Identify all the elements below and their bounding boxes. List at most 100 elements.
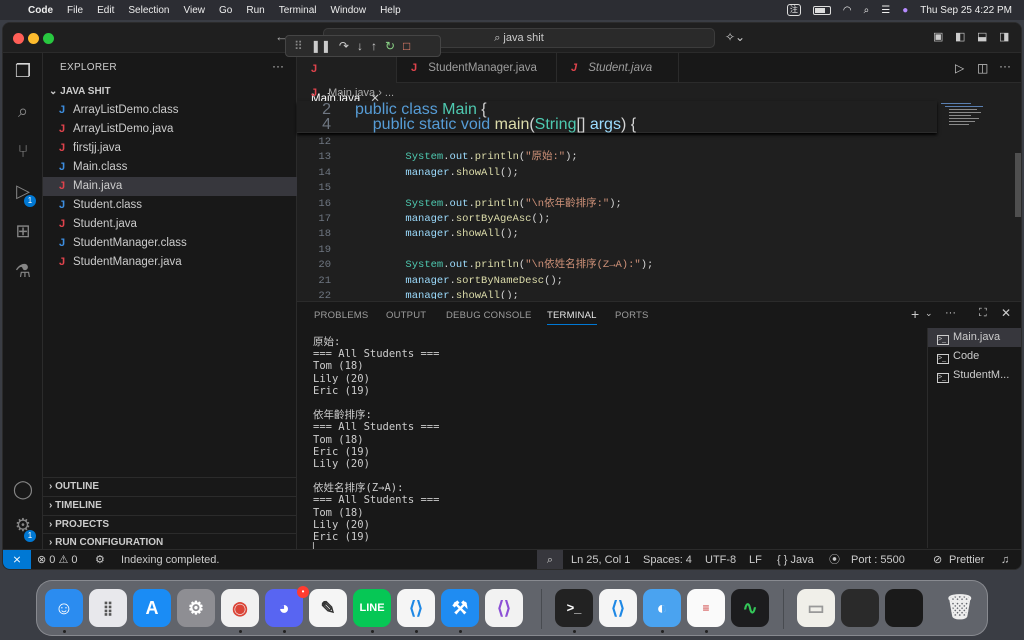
- close-panel-icon[interactable]: ✕: [1001, 306, 1011, 320]
- launchpad-icon[interactable]: ⣿: [89, 589, 127, 627]
- remote-icon[interactable]: ⨯: [3, 550, 31, 569]
- menu-app-name[interactable]: Code: [28, 5, 53, 16]
- file-item[interactable]: J ArrayListDemo.java: [43, 120, 297, 139]
- toggle-sidebar-icon[interactable]: ◧: [955, 30, 965, 43]
- drag-handle-icon[interactable]: ⠿: [294, 39, 303, 53]
- menubar-clock[interactable]: Thu Sep 25 4:22 PM: [920, 5, 1012, 16]
- xcode-icon[interactable]: ⚒: [441, 589, 479, 627]
- line-icon[interactable]: LINE: [353, 589, 391, 627]
- stop-icon[interactable]: □: [403, 39, 410, 53]
- encoding[interactable]: UTF-8: [705, 550, 736, 569]
- menu-go[interactable]: Go: [219, 5, 232, 16]
- menu-run[interactable]: Run: [246, 5, 264, 16]
- document-icon[interactable]: ▭: [797, 589, 835, 627]
- file-item-selected[interactable]: J Main.java: [43, 177, 297, 196]
- customize-layout-icon[interactable]: ▣: [933, 30, 943, 43]
- terminal-item-main-java[interactable]: >_ Main.java: [928, 328, 1021, 347]
- outline-section[interactable]: › OUTLINE: [43, 477, 297, 495]
- run-java-icon[interactable]: ▷: [955, 61, 964, 75]
- timeline-section[interactable]: › TIMELINE: [43, 496, 297, 514]
- menu-edit[interactable]: Edit: [97, 5, 114, 16]
- app-store-icon[interactable]: A: [133, 589, 171, 627]
- tab-ports[interactable]: PORTS: [615, 310, 649, 321]
- new-terminal-icon[interactable]: +: [911, 306, 919, 322]
- toggle-secondary-sidebar-icon[interactable]: ◨: [999, 30, 1009, 43]
- siri-icon[interactable]: ●: [902, 5, 908, 16]
- sticky-scroll[interactable]: 2 public class Main {4 public static void…: [297, 101, 937, 133]
- menu-view[interactable]: View: [184, 5, 206, 16]
- extensions-icon[interactable]: ⊞: [11, 219, 35, 243]
- code-line[interactable]: 14 manager.showAll();: [297, 166, 937, 181]
- stocks-icon[interactable]: ∿: [731, 589, 769, 627]
- step-over-icon[interactable]: ↷: [339, 39, 349, 53]
- debug-status-icon[interactable]: ⚙: [95, 550, 105, 569]
- editor-scrollbar[interactable]: [1015, 153, 1021, 217]
- menu-window[interactable]: Window: [331, 5, 367, 16]
- textedit-icon[interactable]: ≡: [687, 589, 725, 627]
- file-item[interactable]: J Student.class: [43, 196, 297, 215]
- terminal-icon[interactable]: >_: [555, 589, 593, 627]
- finder-icon[interactable]: ☺: [45, 589, 83, 627]
- tab-terminal[interactable]: TERMINAL: [547, 310, 597, 325]
- problems-status[interactable]: ⊗ 0 ⚠ 0: [37, 550, 77, 569]
- more-actions-icon[interactable]: ···: [272, 59, 284, 73]
- code-line[interactable]: 19: [297, 243, 937, 258]
- chevron-down-icon[interactable]: ⌄: [925, 308, 933, 319]
- source-control-icon[interactable]: ⑂: [11, 139, 35, 163]
- search-view-icon[interactable]: ⌕: [11, 99, 35, 123]
- code-line[interactable]: 12: [297, 135, 937, 150]
- indentation[interactable]: Spaces: 4: [643, 550, 692, 569]
- live-server-port[interactable]: Port : 5500: [851, 550, 905, 569]
- system-settings-icon[interactable]: ⚙: [177, 589, 215, 627]
- input-method-indicator[interactable]: 注: [786, 4, 801, 16]
- menu-file[interactable]: File: [67, 5, 83, 16]
- account-icon[interactable]: ◯: [11, 477, 35, 501]
- step-into-icon[interactable]: ↓: [357, 39, 363, 53]
- vscode-icon[interactable]: ⟨⟩: [599, 589, 637, 627]
- breadcrumb[interactable]: J Main.java › ...: [311, 87, 394, 99]
- copilot-icon[interactable]: ✧⌄: [725, 30, 745, 44]
- code-line[interactable]: 17 manager.sortByAgeAsc();: [297, 212, 937, 227]
- vscode-icon[interactable]: ⟨⟩: [397, 589, 435, 627]
- testing-icon[interactable]: ⚗: [11, 259, 35, 283]
- vscode-window-thumbnail-icon[interactable]: [885, 589, 923, 627]
- minimap[interactable]: [941, 101, 985, 133]
- code-line[interactable]: 22 manager.showAll();: [297, 289, 937, 299]
- file-item[interactable]: J StudentManager.java: [43, 253, 297, 272]
- notifications-bell-icon[interactable]: ♫: [1001, 550, 1009, 569]
- more-actions-icon[interactable]: ···: [999, 59, 1011, 73]
- more-actions-icon[interactable]: ···: [945, 307, 956, 319]
- folder-root[interactable]: ⌄ JAVA SHIT: [43, 83, 297, 101]
- terminal-output[interactable]: 原始: === All Students === Tom (18) Lily (20)…: [313, 336, 913, 555]
- code-line[interactable]: 15: [297, 181, 937, 196]
- explorer-icon[interactable]: ❐: [11, 59, 35, 83]
- split-editor-icon[interactable]: ◫: [977, 61, 988, 75]
- menu-terminal[interactable]: Terminal: [279, 5, 317, 16]
- toggle-panel-icon[interactable]: ⬓: [977, 30, 987, 43]
- tab-debug-console[interactable]: DEBUG CONSOLE: [446, 310, 531, 321]
- file-item[interactable]: Jfirstjj.java: [43, 139, 297, 158]
- visual-studio-icon[interactable]: ⟨⟩: [485, 589, 523, 627]
- pause-icon[interactable]: ❚❚: [311, 39, 331, 53]
- file-item[interactable]: J Main.class: [43, 158, 297, 177]
- code-line[interactable]: 4 public static void main(String[] args)…: [297, 117, 937, 133]
- end-of-line[interactable]: LF: [749, 550, 762, 569]
- projects-section[interactable]: › PROJECTS: [43, 515, 297, 533]
- restart-icon[interactable]: ↻: [385, 39, 395, 53]
- menu-selection[interactable]: Selection: [128, 5, 169, 16]
- code-line[interactable]: 21 manager.sortByNameDesc();: [297, 274, 937, 289]
- file-item[interactable]: J ArrayListDemo.class: [43, 101, 297, 120]
- chrome-window-thumbnail-icon[interactable]: [841, 589, 879, 627]
- spotlight-icon[interactable]: ⌕: [864, 5, 870, 16]
- tab-output[interactable]: OUTPUT: [386, 310, 426, 321]
- wifi-icon[interactable]: ◠: [843, 5, 852, 16]
- tab-problems[interactable]: PROBLEMS: [314, 310, 368, 321]
- file-item[interactable]: J StudentManager.class: [43, 234, 297, 253]
- step-out-icon[interactable]: ↑: [371, 39, 377, 53]
- cursor-position[interactable]: Ln 25, Col 1: [571, 550, 630, 569]
- terminal-item-code[interactable]: >_ Code: [928, 347, 1021, 366]
- maximize-panel-icon[interactable]: ⛶: [979, 307, 987, 320]
- terminal-item-studentmanager[interactable]: >_ StudentM...: [928, 366, 1021, 385]
- code-line[interactable]: 20 System.out.println("\n依姓名排序(Z→A):");: [297, 258, 937, 273]
- chrome-icon[interactable]: ◉: [221, 589, 259, 627]
